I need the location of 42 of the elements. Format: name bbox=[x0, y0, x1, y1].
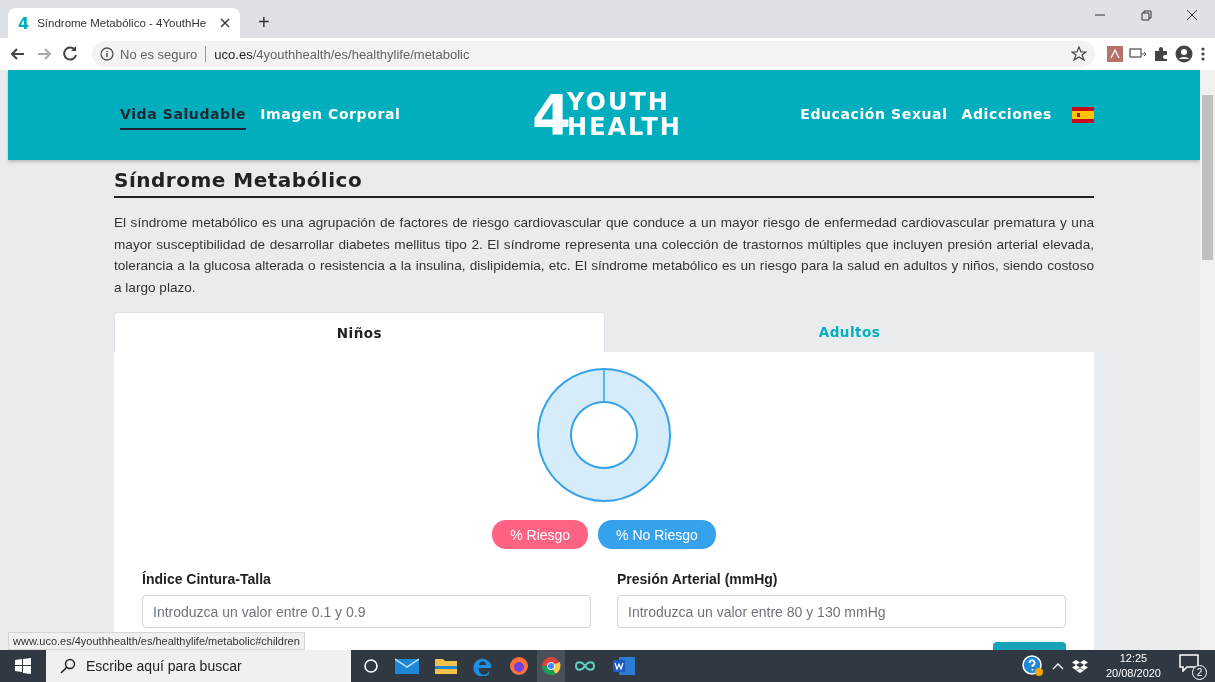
site-icon: 4 bbox=[18, 13, 30, 33]
dropbox-icon[interactable] bbox=[1071, 659, 1088, 673]
security-label: No es seguro bbox=[120, 46, 198, 62]
chevron-up-icon[interactable] bbox=[1051, 662, 1064, 670]
close-icon[interactable] bbox=[220, 18, 230, 28]
star-icon[interactable] bbox=[1071, 46, 1087, 62]
windows-icon[interactable] bbox=[15, 658, 31, 674]
firefox-icon[interactable] bbox=[509, 656, 529, 676]
field-label: Presión Arterial (mmHg) bbox=[617, 571, 779, 587]
word-icon[interactable] bbox=[613, 656, 635, 676]
puzzle-icon[interactable] bbox=[1153, 46, 1169, 62]
clock-date[interactable]: 20/08/2020 bbox=[1105, 666, 1161, 681]
clock-time[interactable]: 12:25 bbox=[1119, 651, 1148, 666]
input-field[interactable]: Introduzca un valor entre 0.1 y 0.9 bbox=[142, 595, 591, 628]
intro-paragraph: El síndrome metabólico es una agrupación de factores de riesgo cardiovascular que conduce a un mayor riesgo de enfermedad cardiovascular prematura y una mayor susceptibilidad de desarrollar diabetes mellitus tipo 2. El síndrome representa una colección de trastornos múltiples que incluyen presión arterial elevada, tolerancia a la glucosa alterada o resistencia a la insulina, dislipidemia, etc. El síndrome metabólico es un riesgo para la salud en adultos y niños, siendo costoso a largo plazo. bbox=[114, 214, 1094, 297]
taskbar-search[interactable]: Escribe aquí para buscar bbox=[46, 650, 351, 682]
menu-icon[interactable] bbox=[1199, 45, 1207, 63]
account-icon[interactable] bbox=[1175, 45, 1193, 63]
search-icon bbox=[60, 658, 76, 674]
edge-icon[interactable] bbox=[473, 656, 493, 676]
cortana-icon[interactable] bbox=[363, 658, 379, 674]
reload-icon[interactable] bbox=[60, 44, 80, 64]
input-field[interactable]: Introduzca un valor entre 80 y 130 mmHg bbox=[617, 595, 1066, 628]
status-url: www.uco.es/4youthhealth/es/healthylife/metabolic#children bbox=[8, 632, 305, 650]
pdf-extension-icon[interactable] bbox=[1107, 46, 1123, 62]
folder-icon[interactable] bbox=[435, 657, 457, 675]
field-label: Índice Cintura-Talla bbox=[142, 571, 272, 587]
new-tab-button[interactable]: + bbox=[254, 11, 274, 34]
chrome-icon[interactable] bbox=[537, 650, 565, 682]
nav-link[interactable]: Vida Saludable bbox=[120, 100, 247, 130]
url-text: uco.es/4youthhealth/es/healthylife/metabolic bbox=[214, 46, 471, 62]
browser-tab[interactable]: 4 Síndrome Metabólico - 4YouthHe bbox=[8, 8, 240, 38]
help-icon[interactable] bbox=[1021, 655, 1044, 677]
tab[interactable]: Niños bbox=[114, 312, 605, 352]
address-bar[interactable]: No es seguro uco.es/4youthhealth/es/healthylife/metabolic bbox=[92, 41, 1095, 67]
mail-icon[interactable] bbox=[395, 657, 419, 675]
flag-icon[interactable] bbox=[1072, 107, 1094, 123]
page-title: Síndrome Metabólico bbox=[114, 168, 363, 192]
search-placeholder: Escribe aquí para buscar bbox=[86, 658, 242, 674]
info-icon[interactable] bbox=[100, 47, 114, 61]
scrollbar[interactable] bbox=[1200, 70, 1215, 650]
infinity-icon[interactable] bbox=[573, 659, 597, 673]
